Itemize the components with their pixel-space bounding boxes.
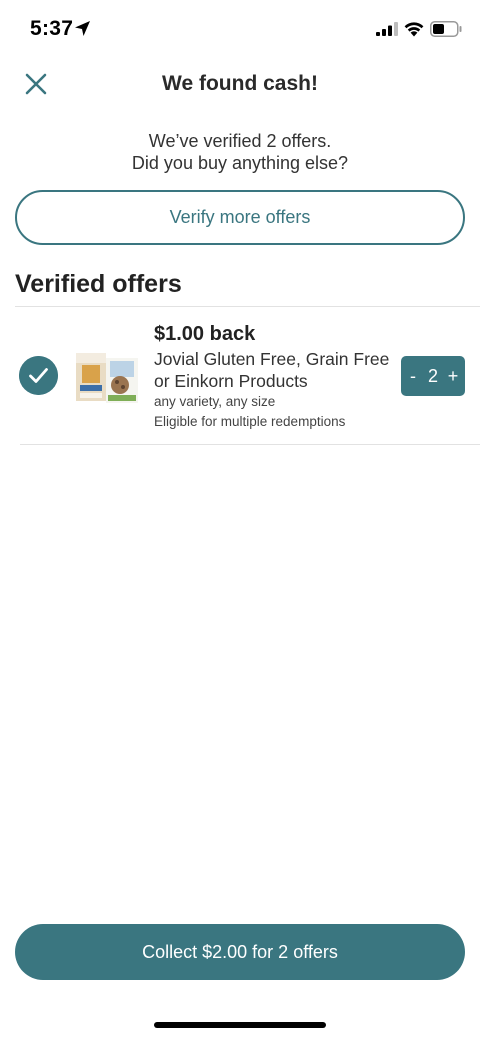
location-arrow-icon	[75, 21, 90, 36]
offer-amount: $1.00 back	[154, 323, 256, 345]
offer-variety: any variety, any size	[154, 394, 276, 409]
home-indicator[interactable]	[154, 1022, 326, 1028]
page-title: We found cash!	[162, 72, 318, 95]
intro-line-2: Did you buy anything else?	[131, 153, 349, 173]
signal-icon	[376, 22, 398, 36]
offer-eligibility: Eligible for multiple redemptions	[154, 414, 346, 429]
collect-button[interactable]: Collect $2.00 for 2 offers	[15, 924, 465, 980]
divider	[20, 444, 480, 445]
status-time: 5:37	[30, 17, 74, 40]
battery-icon	[430, 21, 462, 37]
wifi-icon	[404, 22, 424, 37]
section-title: Verified offers	[15, 270, 182, 298]
intro-line-1: We’ve verified 2 offers.	[148, 131, 332, 151]
decrement-button[interactable]: -	[405, 356, 421, 396]
increment-button[interactable]: +	[444, 356, 462, 396]
checkmark-icon[interactable]	[19, 356, 58, 395]
quantity-stepper: - 2 +	[401, 356, 465, 396]
quantity-value: 2	[427, 365, 438, 386]
header: We found cash!	[0, 60, 480, 110]
intro-text: We’ve verified 2 offers. Did you buy any…	[0, 130, 480, 174]
offer-row: $1.00 back Jovial Gluten Free, Grain Fre…	[0, 307, 480, 445]
status-bar: 5:37	[0, 0, 480, 58]
offer-name: Jovial Gluten Free, Grain Free or Einkor…	[154, 349, 390, 391]
product-image	[76, 349, 138, 403]
verify-more-offers-button[interactable]: Verify more offers	[15, 190, 465, 245]
